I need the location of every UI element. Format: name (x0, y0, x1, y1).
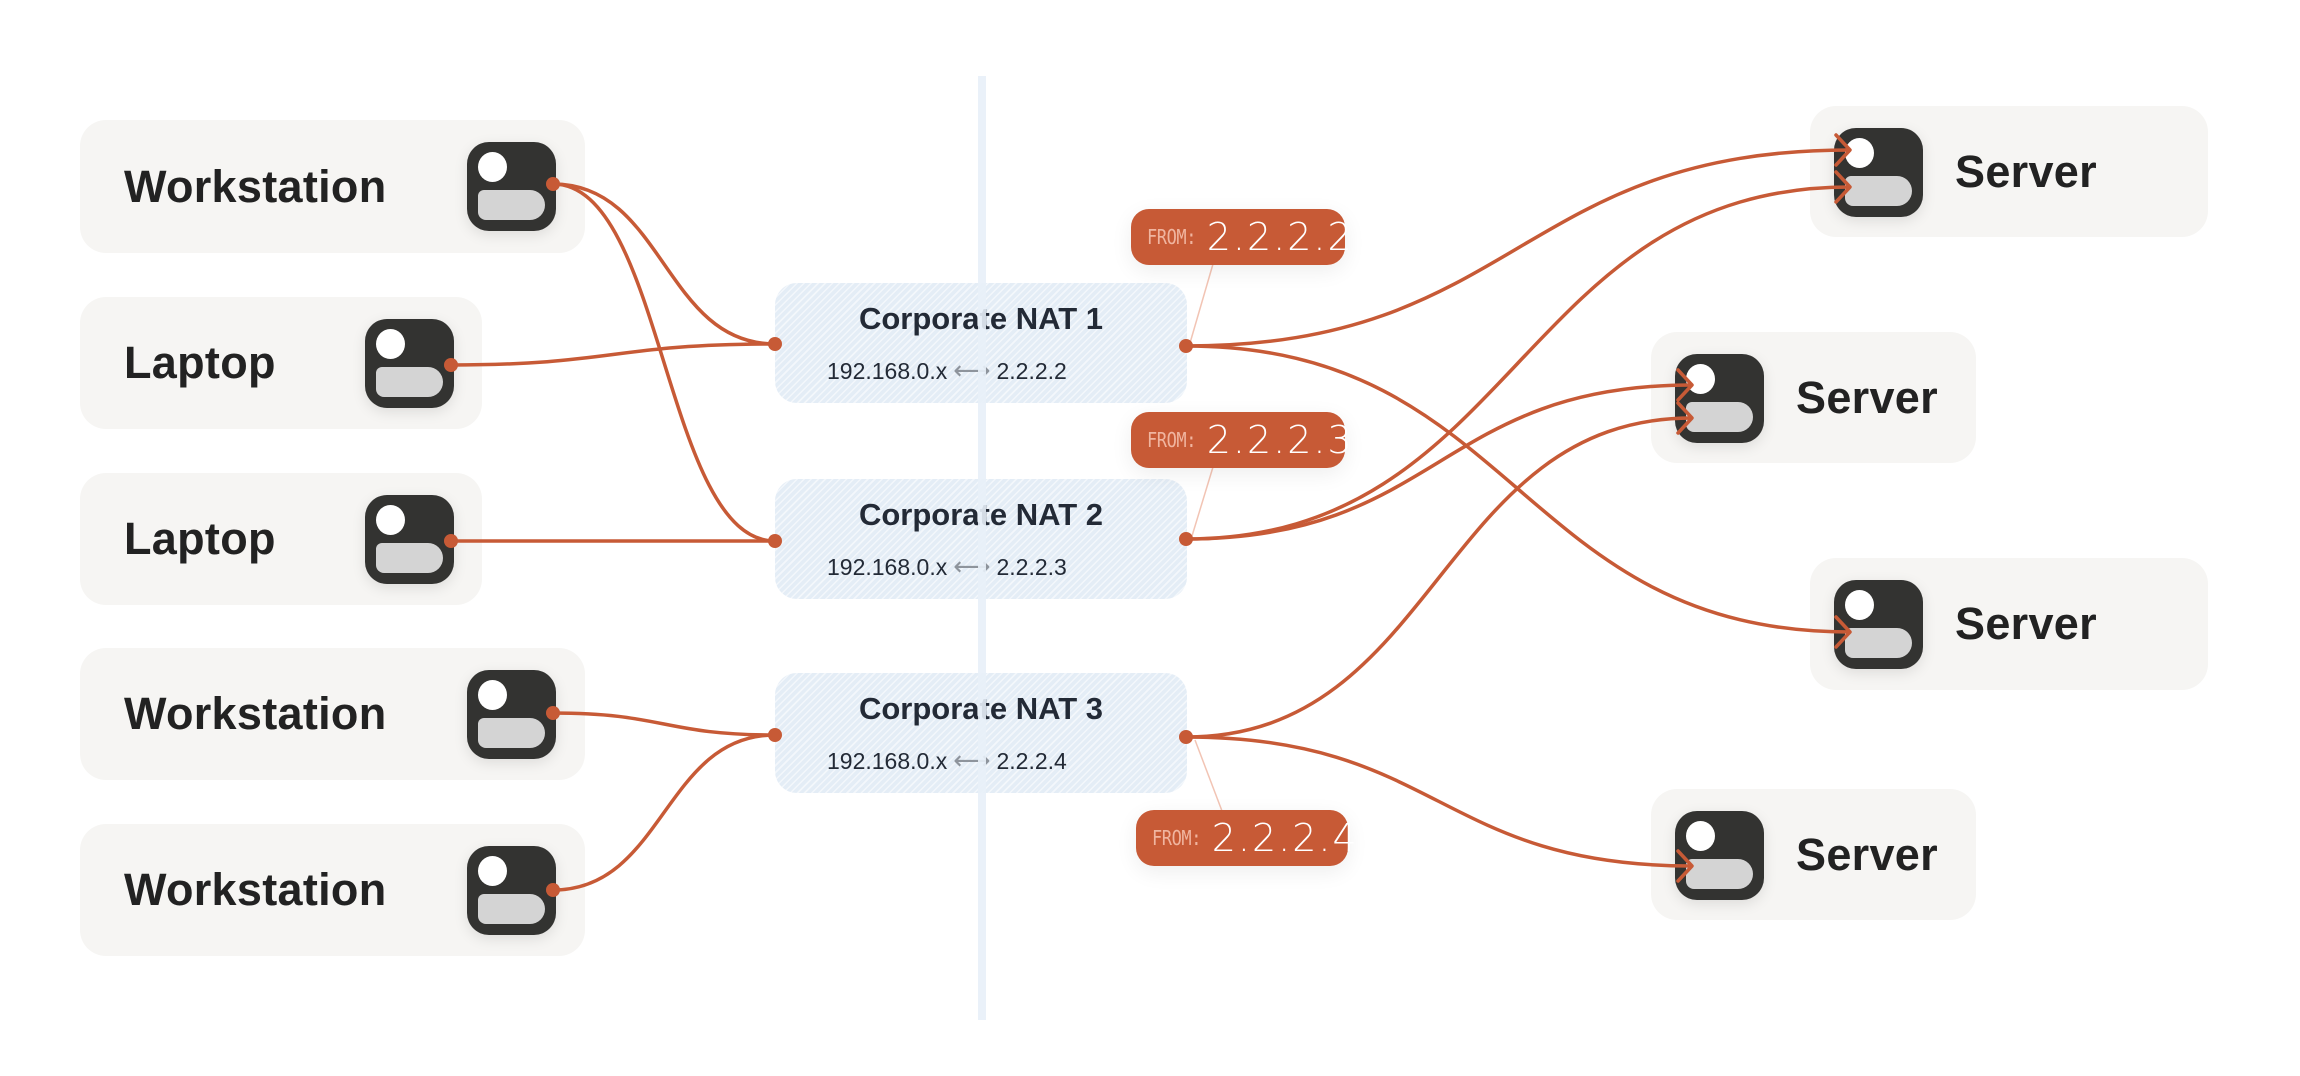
device-icon (365, 495, 454, 584)
badge-ip: 2.2.2.2 (1206, 215, 1354, 259)
client-node-laptop-1[interactable]: Laptop (80, 297, 482, 429)
client-node-workstation-2[interactable]: Workstation (80, 648, 585, 780)
badge-ip: 2.2.2.4 (1211, 816, 1359, 860)
client-label: Workstation (124, 160, 387, 212)
nat-public-ip: 2.2.2.3 (996, 554, 1067, 580)
connection-c4-n3[interactable] (552, 711, 776, 737)
badge-leader-line-3 (1194, 739, 1223, 812)
device-icon (1675, 811, 1764, 900)
badge-leader-line-1 (1189, 263, 1214, 344)
badge-prefix: FROM: (1147, 225, 1197, 249)
client-label: Laptop (124, 337, 276, 388)
client-node-workstation-1[interactable]: Workstation (80, 120, 585, 253)
nat-private-range: 192.168.0.x (827, 748, 948, 774)
client-node-workstation-3[interactable]: Workstation (80, 824, 585, 956)
device-icon (467, 846, 556, 935)
nat-mapping: 192.168.0.x ⟷ 2.2.2.3 (827, 551, 1067, 582)
nat-private-range: 192.168.0.x (827, 358, 948, 384)
server-label: Server (1796, 828, 1938, 880)
connection-c1-n2[interactable] (552, 182, 776, 543)
server-label: Server (1796, 371, 1938, 423)
network-boundary-divider (978, 76, 986, 1020)
client-node-laptop-2[interactable]: Laptop (80, 473, 482, 605)
server-node-3[interactable]: Server (1810, 558, 2208, 690)
device-icon (1834, 580, 1923, 669)
server-node-2[interactable]: Server (1651, 332, 1976, 463)
server-node-4[interactable]: Server (1651, 789, 1976, 920)
badge-ip: 2.2.2.3 (1206, 418, 1354, 462)
nat-public-ip: 2.2.2.4 (996, 748, 1067, 774)
connection-c5-n3[interactable] (552, 733, 776, 892)
nat-mapping: 192.168.0.x ⟷ 2.2.2.4 (827, 745, 1067, 776)
source-ip-badge-3: FROM: 2.2.2.4 (1136, 810, 1357, 866)
client-label: Workstation (124, 688, 387, 739)
nat-private-range: 192.168.0.x (827, 554, 948, 580)
device-icon (1834, 128, 1923, 217)
nat-mapping: 192.168.0.x ⟷ 2.2.2.2 (827, 355, 1067, 386)
badge-prefix: FROM: (1152, 826, 1202, 850)
connection-c1-n1[interactable] (552, 182, 776, 346)
badge-leader-line-2 (1191, 466, 1214, 537)
client-label: Workstation (124, 864, 387, 915)
device-icon (1675, 354, 1764, 443)
nat-public-ip: 2.2.2.2 (996, 358, 1067, 384)
connection-c2-n1[interactable] (450, 342, 776, 367)
source-ip-badge-1: FROM: 2.2.2.2 (1131, 209, 1352, 265)
client-label: Laptop (124, 513, 276, 564)
device-icon (365, 319, 454, 408)
source-ip-badge-2: FROM: 2.2.2.3 (1131, 412, 1352, 468)
device-icon (467, 670, 556, 759)
server-node-1[interactable]: Server (1810, 106, 2208, 237)
server-label: Server (1955, 145, 2097, 197)
badge-prefix: FROM: (1147, 428, 1197, 452)
device-icon (467, 142, 556, 231)
server-label: Server (1955, 598, 2097, 649)
